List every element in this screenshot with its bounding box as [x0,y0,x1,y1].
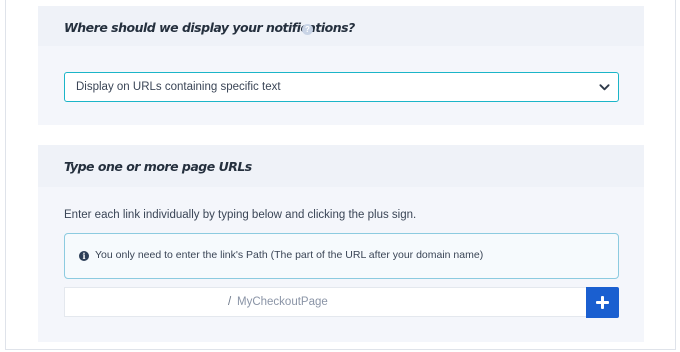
display-location-card: Where should we display your notificatio… [38,6,644,125]
display-location-select[interactable]: Display on URLs containing specific text [64,72,619,102]
info-notice-text: You only need to enter the link's Path (… [95,249,484,261]
url-input-row: / [64,287,586,317]
add-url-button[interactable] [586,287,619,318]
settings-panel: Where should we display your notificatio… [5,0,676,350]
display-location-select-value: Display on URLs containing specific text [76,81,281,93]
question-circle-icon[interactable]: ? [302,24,313,35]
chevron-down-icon [599,84,610,91]
page-urls-header: Type one or more page URLs [38,145,644,187]
url-path-prefix: / [228,296,232,308]
plus-icon [596,296,609,309]
info-notice: i You only need to enter the link's Path… [64,233,619,279]
page-urls-card: Type one or more page URLs Enter each li… [38,145,644,342]
page-urls-instructions: Enter each link individually by typing b… [64,209,417,221]
page-urls-title: Type one or more page URLs [64,159,252,174]
url-path-input[interactable] [237,289,577,315]
display-location-header: Where should we display your notificatio… [38,6,644,46]
info-circle-icon: i [79,251,89,261]
